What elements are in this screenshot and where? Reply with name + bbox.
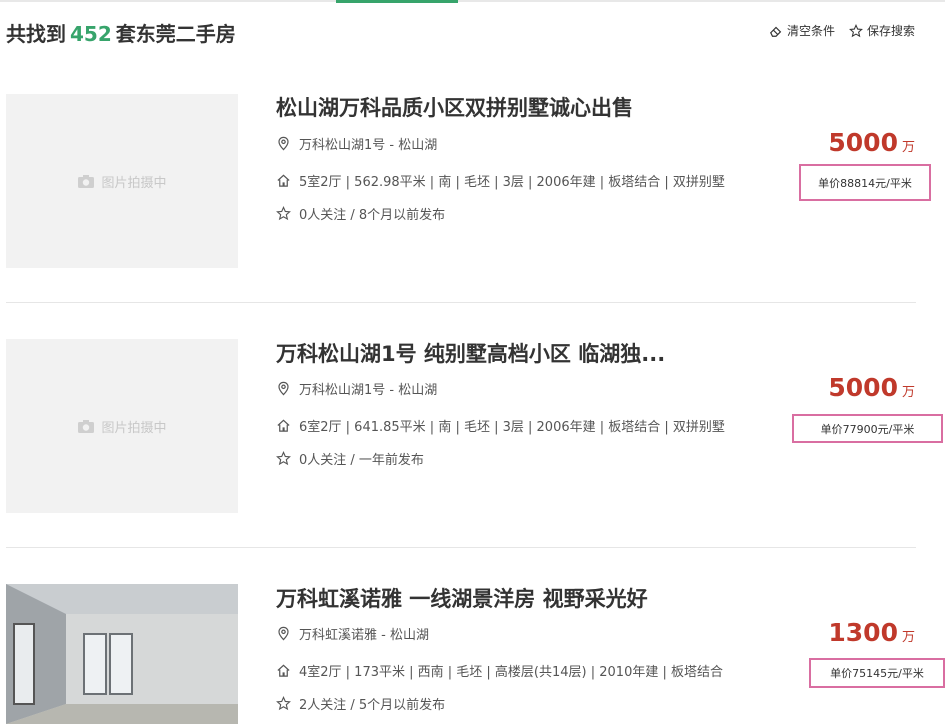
total-price: 5000 万: [828, 373, 915, 402]
listing-title[interactable]: 松山湖万科品质小区双拼别墅诚心出售: [276, 92, 633, 122]
listing-details: 6室2厅 | 641.85平米 | 南 | 毛坯 | 3层 | 2006年建 |…: [276, 416, 725, 435]
total-price: 5000 万: [828, 128, 915, 157]
listing-location: 万科松山湖1号 - 松山湖: [276, 379, 437, 398]
thumbnail-placeholder-text: 图片拍摄中: [101, 420, 167, 436]
price-value: 5000: [828, 128, 898, 157]
result-summary: 共找到 452 套东莞二手房: [6, 18, 236, 47]
listing-details: 5室2厅 | 562.98平米 | 南 | 毛坯 | 3层 | 2006年建 |…: [276, 171, 725, 190]
listing-divider: [6, 547, 916, 548]
unit-price: 单价77900元/平米: [792, 414, 943, 443]
price-unit: 万: [901, 140, 915, 155]
price-unit: 万: [901, 630, 915, 645]
listing-follow-info: 2人关注 / 5个月以前发布: [276, 694, 445, 713]
listing-thumbnail[interactable]: 图片拍摄中: [6, 339, 238, 513]
camera-icon: [78, 175, 95, 188]
summary-prefix: 共找到: [6, 22, 66, 46]
follow-text: 0人关注 / 8个月以前发布: [299, 208, 446, 223]
top-border: [0, 0, 945, 2]
listing-title[interactable]: 万科虹溪诺雅 一线湖景洋房 视野采光好: [276, 583, 648, 613]
details-text: 4室2厅 | 173平米 | 西南 | 毛坯 | 高楼层(共14层) | 201…: [299, 665, 723, 680]
location-pin-icon: [278, 626, 289, 641]
listing-divider: [6, 302, 916, 303]
follow-text: 0人关注 / 一年前发布: [299, 453, 424, 468]
follow-text: 2人关注 / 5个月以前发布: [299, 698, 446, 713]
save-search-button[interactable]: 保存搜索: [849, 22, 915, 39]
star-outline-icon: [276, 451, 291, 466]
details-text: 5室2厅 | 562.98平米 | 南 | 毛坯 | 3层 | 2006年建 |…: [299, 175, 725, 190]
clear-filters-button[interactable]: 清空条件: [769, 22, 835, 39]
star-outline-icon: [276, 206, 291, 221]
total-price: 1300 万: [828, 618, 915, 647]
house-icon: [277, 664, 290, 677]
save-search-label: 保存搜索: [866, 24, 915, 38]
listing-thumbnail[interactable]: 图片拍摄中: [6, 94, 238, 268]
location-text[interactable]: 万科松山湖1号 - 松山湖: [299, 379, 437, 398]
listing-location: 万科松山湖1号 - 松山湖: [276, 134, 437, 153]
details-text: 6室2厅 | 641.85平米 | 南 | 毛坯 | 3层 | 2006年建 |…: [299, 420, 725, 435]
result-count: 452: [70, 22, 112, 46]
listing-title[interactable]: 万科松山湖1号 纯别墅高档小区 临湖独...: [276, 338, 665, 368]
listing-follow-info: 0人关注 / 8个月以前发布: [276, 204, 445, 223]
room-photo-image: [6, 584, 238, 724]
listing-details: 4室2厅 | 173平米 | 西南 | 毛坯 | 高楼层(共14层) | 201…: [276, 661, 723, 680]
location-pin-icon: [278, 136, 289, 151]
clear-filters-label: 清空条件: [786, 24, 835, 38]
thumbnail-placeholder-text: 图片拍摄中: [101, 175, 167, 191]
location-text[interactable]: 万科虹溪诺雅 - 松山湖: [299, 624, 429, 643]
price-value: 1300: [828, 618, 898, 647]
summary-suffix: 套东莞二手房: [115, 22, 236, 46]
location-text[interactable]: 万科松山湖1号 - 松山湖: [299, 134, 437, 153]
star-outline-icon: [276, 696, 291, 711]
active-tab-indicator: [336, 0, 458, 3]
house-icon: [277, 174, 290, 187]
camera-icon: [78, 420, 95, 433]
star-outline-icon: [849, 23, 863, 37]
listing-follow-info: 0人关注 / 一年前发布: [276, 449, 424, 468]
price-value: 5000: [828, 373, 898, 402]
location-pin-icon: [278, 381, 289, 396]
unit-price: 单价88814元/平米: [799, 164, 931, 201]
price-unit: 万: [901, 385, 915, 400]
eraser-icon: [769, 26, 782, 37]
house-icon: [277, 419, 290, 432]
listing-location: 万科虹溪诺雅 - 松山湖: [276, 624, 429, 643]
listing-thumbnail-photo[interactable]: [6, 584, 238, 724]
unit-price: 单价75145元/平米: [809, 658, 945, 688]
search-toolbar: 清空条件 保存搜索: [769, 22, 915, 39]
